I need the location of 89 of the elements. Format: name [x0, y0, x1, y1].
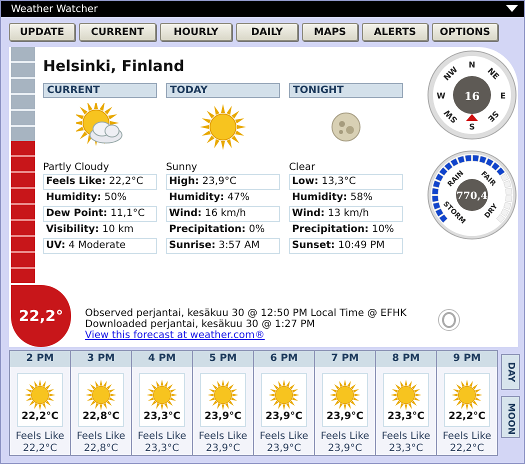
- detail-row: Wind: 13 km/h: [288, 206, 403, 222]
- location-title: Helsinki, Finland: [42, 57, 186, 75]
- sun-icon: [207, 378, 239, 410]
- temperature-reading: 22,2°: [18, 307, 64, 325]
- wind-speed-value: 16: [464, 90, 480, 103]
- feels-like-value: 22,2°C: [22, 443, 58, 455]
- forecast-link[interactable]: View this forecast at weather.com®: [85, 330, 265, 341]
- hour-label: 3 PM: [71, 351, 131, 367]
- sun-icon: [85, 378, 117, 410]
- detail-row: High: 23,9°C: [166, 174, 280, 190]
- hour-label: 6 PM: [254, 351, 314, 367]
- hour-label: 2 PM: [10, 351, 70, 367]
- detail-row-text: Humidity: 50%: [44, 191, 128, 205]
- detail-row: Wind: 16 km/h: [166, 206, 280, 222]
- hour-temperature: 22,8°C: [82, 410, 120, 422]
- detail-row-text: Precipitation: 10%: [290, 223, 396, 237]
- hour-label: 5 PM: [193, 351, 253, 367]
- hour-temperature: 22,2°C: [448, 410, 486, 422]
- feels-like-label: Feels Like: [16, 431, 64, 443]
- feels-like-value: 23,9°C: [206, 443, 240, 455]
- feels-like-label: Feels Like: [260, 431, 308, 443]
- detail-row: UV: 4 Moderate: [42, 238, 157, 254]
- toolbar-button[interactable]: HOURLY: [160, 23, 232, 41]
- detail-row: Low: 13,3°C: [288, 174, 403, 190]
- compass-direction: NE: [486, 66, 501, 82]
- compass-direction: SW: [442, 108, 460, 125]
- compass-direction: N: [468, 60, 476, 70]
- hour-temperature: 23,3°C: [387, 410, 424, 422]
- feels-like-label: Feels Like: [382, 431, 430, 443]
- hour-label: 9 PM: [437, 351, 497, 367]
- hour-label: 8 PM: [376, 351, 436, 367]
- window-title: Weather Watcher: [11, 4, 98, 14]
- detail-row: Sunrise: 3:57 AM: [166, 238, 280, 254]
- feels-like-value: 23,9°C: [266, 443, 302, 455]
- detail-row-text: Precipitation: 0%: [168, 223, 266, 237]
- hour-temperature: 22,2°C: [21, 410, 58, 422]
- hour-label: 4 PM: [132, 351, 192, 367]
- sun-icon: [451, 378, 483, 410]
- section-heading: TODAY: [166, 83, 280, 98]
- feels-like-value: 22,8°C: [84, 443, 118, 455]
- dropdown-arrow-icon[interactable]: [506, 5, 518, 13]
- condition-text: Clear: [288, 162, 316, 173]
- observed-text: Observed perjantai, kesäkuu 30 @ 12:50 PM Local Time @ EFHK: [85, 308, 408, 319]
- feels-like-label: Feels Like: [442, 431, 492, 443]
- hour-temperature: 23,3°C: [143, 410, 180, 422]
- sun-icon: [146, 378, 178, 410]
- feels-like-label: Feels Like: [320, 431, 370, 443]
- condition-text: Partly Cloudy: [42, 162, 110, 173]
- compass-direction: E: [500, 92, 506, 100]
- feels-like-value: 22,2°C: [450, 443, 484, 455]
- detail-row-text: Humidity: 58%: [290, 191, 374, 205]
- side-tab[interactable]: MOON: [501, 396, 520, 438]
- toolbar-button[interactable]: DAILY: [236, 23, 298, 41]
- toolbar-button[interactable]: UPDATE: [9, 23, 75, 41]
- sun-icon: [268, 378, 300, 410]
- side-tab[interactable]: DAY: [501, 354, 520, 390]
- feels-like-label: Feels Like: [138, 431, 186, 443]
- toolbar-button[interactable]: CURRENT: [79, 23, 156, 41]
- toolbar-button[interactable]: MAPS: [302, 23, 358, 41]
- compass-direction: SE: [486, 109, 500, 124]
- moon-icon: [330, 112, 361, 142]
- detail-row: Sunset: 10:49 PM: [288, 238, 403, 254]
- compass-direction: NW: [442, 65, 460, 82]
- sun-icon: [24, 378, 56, 410]
- hour-temperature: 23,9°C: [326, 410, 364, 422]
- detail-row: Feels Like: 22,2°C: [42, 174, 157, 190]
- hour-temperature: 23,9°C: [204, 410, 242, 422]
- feels-like-label: Feels Like: [198, 431, 248, 443]
- pressure-value: 770,4: [456, 191, 488, 202]
- feels-like-value: 23,9°C: [328, 443, 362, 455]
- hour-label: 7 PM: [315, 351, 375, 367]
- feels-like-value: 23,3°C: [388, 443, 424, 455]
- section-heading: TONIGHT: [288, 83, 403, 98]
- sun-icon: [198, 103, 247, 151]
- detail-row: Dew Point: 11,1°C: [42, 206, 157, 222]
- detail-row-text: Humidity: 47%: [168, 191, 251, 205]
- toolbar-button[interactable]: OPTIONS: [432, 23, 498, 41]
- sun-icon: [390, 378, 422, 410]
- compass-direction: S: [466, 114, 478, 132]
- downloaded-text: Downloaded perjantai, kesäkuu 30 @ 1:27 PM: [85, 319, 316, 330]
- sun-icon: [329, 378, 361, 410]
- detail-row-text: Visibility: 10 km: [44, 223, 135, 237]
- feels-like-value: 23,3°C: [144, 443, 180, 455]
- hour-temperature: 23,9°C: [265, 410, 302, 422]
- condition-text: Sunny: [166, 162, 198, 173]
- compass-direction: W: [436, 92, 446, 100]
- section-heading: CURRENT: [42, 83, 157, 98]
- feels-like-label: Feels Like: [76, 431, 126, 443]
- toolbar-button[interactable]: ALERTS: [362, 23, 428, 41]
